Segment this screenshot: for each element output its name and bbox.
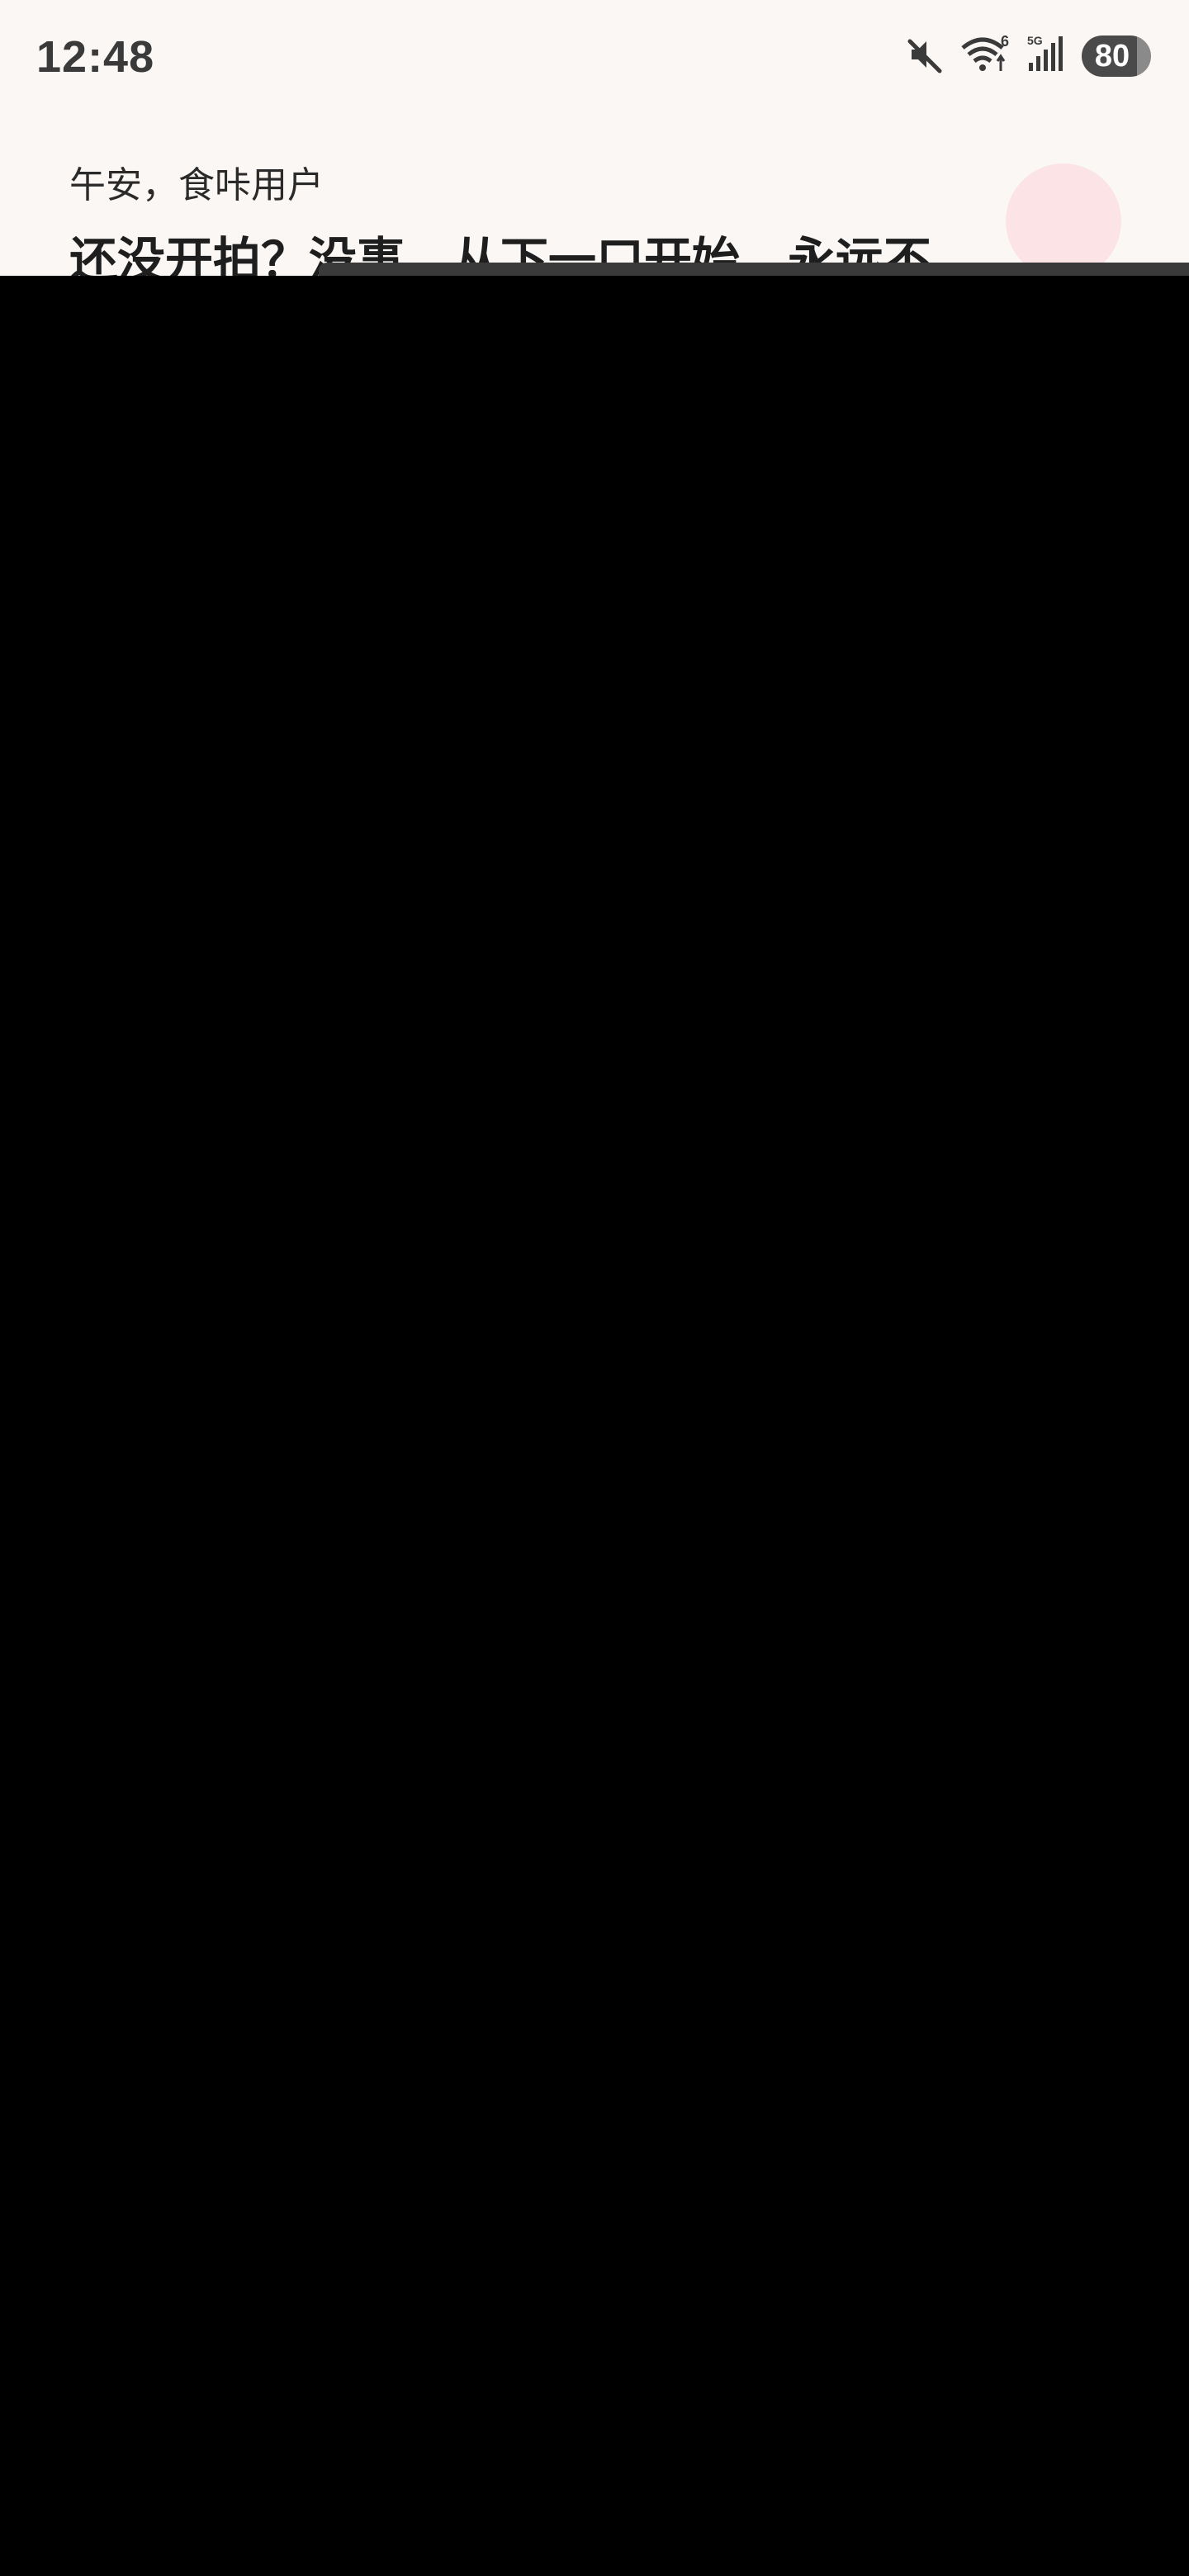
status-icons: 6 5G 80 (905, 33, 1151, 79)
bottom-sheet-edge (319, 263, 1189, 276)
avatar[interactable] (1006, 163, 1121, 276)
network-label: 5G (1027, 34, 1043, 47)
black-overlay (0, 276, 1189, 2576)
battery-icon: 80 (1082, 36, 1151, 77)
wifi-label: 6 (1001, 33, 1009, 50)
wifi-icon: 6 (959, 33, 1012, 79)
mute-icon (905, 35, 945, 78)
home-header-area: 12:48 6 5G 80 午安，食咔用户 还没开拍？没事，从下一口开始，永远不 (0, 0, 1189, 276)
greeting-text: 午安，食咔用户 (69, 164, 324, 206)
signal-icon: 5G (1027, 33, 1067, 79)
app-screen: 12:48 6 5G 80 午安，食咔用户 还没开拍？没事，从下一口开始，永远不 (0, 0, 1189, 2576)
status-time: 12:48 (36, 32, 155, 82)
status-bar: 12:48 6 5G 80 (0, 0, 1189, 109)
